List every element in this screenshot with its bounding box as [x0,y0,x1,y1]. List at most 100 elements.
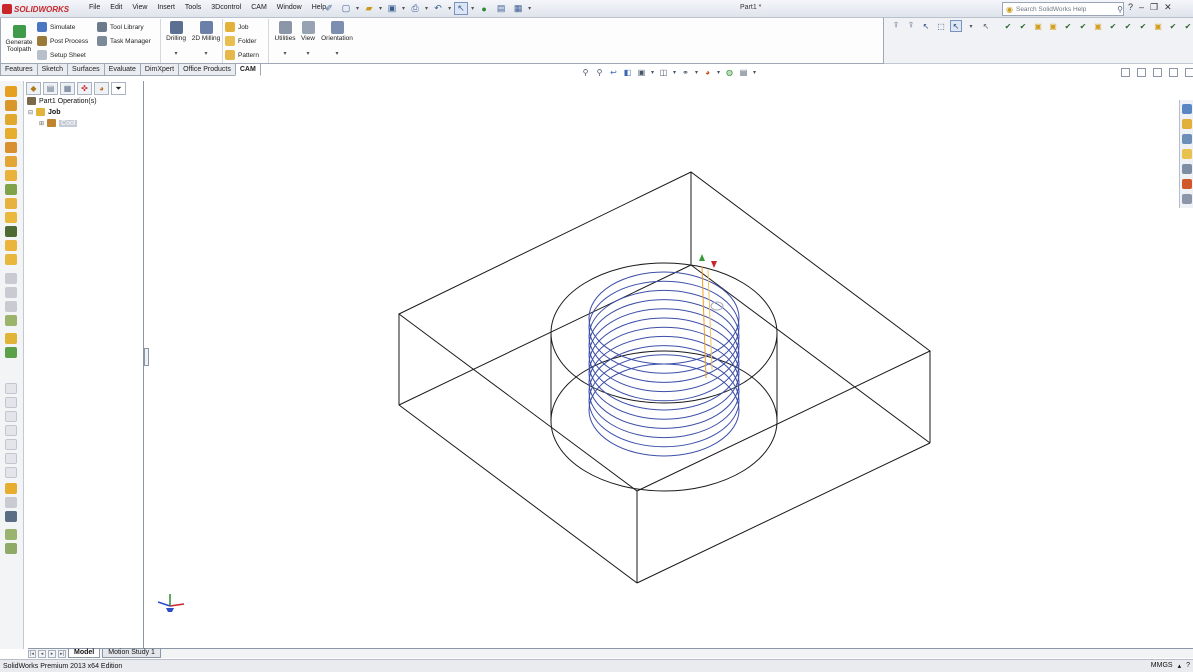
save-icon[interactable]: ▣ [385,2,399,15]
units-dropdown-icon[interactable]: ▴ [1178,662,1182,670]
menu-file[interactable]: File [84,3,105,12]
viewport-minimize-icon[interactable] [1153,68,1162,77]
tab-features[interactable]: Features [0,64,38,76]
search-results-icon[interactable] [1182,149,1192,159]
select-icon[interactable]: ↖ [454,2,469,15]
tree-root[interactable]: Part1 Operation(s) [27,97,97,105]
tab-motion-study[interactable]: Motion Study 1 [102,649,161,658]
tab-evaluate[interactable]: Evaluate [103,64,141,76]
filter-icon[interactable]: ⍒ [890,20,902,32]
folder-button[interactable]: Folder [225,34,259,48]
first-tab-icon[interactable]: |◂ [28,649,36,658]
open-icon[interactable]: ▰ [362,2,376,15]
toolpath-icon-11[interactable]: ▣ [1152,20,1164,32]
minimize-icon[interactable]: – [1139,2,1144,13]
select-pointer-icon[interactable]: ↖ [950,20,962,32]
tree-job[interactable]: ⊟ Job [28,108,60,116]
restore-icon[interactable]: ❐ [1150,2,1158,13]
menu-insert[interactable]: Insert [152,3,180,12]
scale-icon[interactable] [5,315,17,326]
view-box-icon-3[interactable] [5,411,17,422]
undo-icon[interactable]: ↶ [431,2,445,15]
view-button[interactable]: View ▾ [299,21,317,58]
chamfer-icon[interactable] [5,198,17,209]
post-process-button[interactable]: Post Process [37,34,88,48]
orientation-button[interactable]: Orientation ▾ [319,21,355,58]
view-settings-icon[interactable]: ▤ [738,67,749,78]
view-box-icon-6[interactable] [5,453,17,464]
toolpath-icon-5[interactable]: ✔ [1062,20,1074,32]
measure-icon[interactable] [5,529,17,540]
expand-icon[interactable]: ⊞ [39,120,44,127]
toolpath-icon-1[interactable]: ✔ [1002,20,1014,32]
shell-icon[interactable] [5,226,17,237]
close-icon[interactable]: ✕ [1164,2,1172,13]
generate-toolpath-button[interactable]: Generate Toolpath [4,25,34,53]
view-box-icon-5[interactable] [5,439,17,450]
tab-cam[interactable]: CAM [234,64,261,76]
view-dropdown-icon[interactable]: ▾ [306,51,309,58]
line-icon[interactable] [5,497,17,508]
appearances-icon[interactable] [1182,179,1192,189]
toolpath-icon-6[interactable]: ✔ [1077,20,1089,32]
menu-edit[interactable]: Edit [105,3,127,12]
display-style-dropdown-icon[interactable]: ▾ [672,67,677,78]
sketch-icon[interactable] [5,333,17,344]
new-document-icon[interactable]: ▢ [339,2,353,15]
edit-appearance-icon[interactable]: ◕ [702,67,713,78]
toolpath-icon-7[interactable]: ▣ [1092,20,1104,32]
extrude-cut-icon[interactable] [5,142,17,153]
view-settings-dropdown-icon[interactable]: ▾ [752,67,757,78]
curves-icon[interactable] [5,287,17,298]
layout-icon[interactable] [5,511,17,522]
edit-appearance-dropdown-icon[interactable]: ▾ [716,67,721,78]
sweep-cut-icon[interactable] [5,170,17,181]
previous-view-icon[interactable]: ↩ [608,67,619,78]
filter-tab-icon[interactable]: ⏷ [111,82,126,95]
pencil-icon[interactable] [5,483,17,494]
display-manager-tab-icon[interactable]: ◕ [94,82,109,95]
menu-cam[interactable]: CAM [246,3,272,12]
fillet-icon[interactable] [5,184,17,195]
print-icon[interactable]: ⎙ [408,2,422,15]
graphics-area[interactable] [146,78,1179,648]
revolve-cut-icon[interactable] [5,156,17,167]
viewport-split-icon[interactable] [1137,68,1146,77]
menu-tools[interactable]: Tools [180,3,206,12]
drilling-button[interactable]: Drilling ▾ [164,21,188,58]
view-orientation-dropdown-icon[interactable]: ▾ [650,67,655,78]
help-icon[interactable]: ? [1128,2,1133,13]
tab-sketch[interactable]: Sketch [36,64,69,76]
tab-model[interactable]: Model [68,649,101,658]
2d-milling-button[interactable]: 2D Milling ▾ [191,21,221,58]
undo-dropdown-icon[interactable]: ▾ [448,5,451,12]
tab-office-products[interactable]: Office Products [178,64,236,76]
display-style-icon[interactable]: ◫ [658,67,669,78]
select-dropdown-icon[interactable]: ▾ [965,20,977,32]
select-dropdown-icon[interactable]: ▾ [471,5,474,12]
help-search-box[interactable]: ◉ Search SolidWorks Help ⚲ [1002,2,1124,16]
prev-tab-icon[interactable]: ◂ [38,649,46,658]
utilities-dropdown-icon[interactable]: ▾ [283,51,286,58]
simulate-button[interactable]: Simulate [37,20,88,34]
view-box-icon-2[interactable] [5,397,17,408]
view-box-icon-1[interactable] [5,383,17,394]
feature-tree-tab-icon[interactable]: ◆ [26,82,41,95]
save-dropdown-icon[interactable]: ▾ [402,5,405,12]
toolpath-icon-2[interactable]: ✔ [1017,20,1029,32]
dimxpert-tab-icon[interactable]: ✜ [77,82,92,95]
toolpath-icon-3[interactable]: ▣ [1032,20,1044,32]
draft-icon[interactable] [5,240,17,251]
feature-select-icon[interactable]: ↖ [980,20,992,32]
options-icon[interactable]: ▦ [511,2,525,15]
tab-dimxpert[interactable]: DimXpert [139,64,180,76]
last-tab-icon[interactable]: ▸| [58,649,66,658]
hole-icon[interactable] [5,254,17,265]
toolpath-icon-9[interactable]: ✔ [1122,20,1134,32]
toolpath-icon-10[interactable]: ✔ [1137,20,1149,32]
select-filter-icon[interactable]: ↖ [920,20,932,32]
units-indicator[interactable]: MMGS [1151,662,1173,670]
solidworks-resources-icon[interactable] [1182,104,1192,114]
task-manager-button[interactable]: Task Manager [97,34,151,48]
file-explorer-icon[interactable] [1182,134,1192,144]
